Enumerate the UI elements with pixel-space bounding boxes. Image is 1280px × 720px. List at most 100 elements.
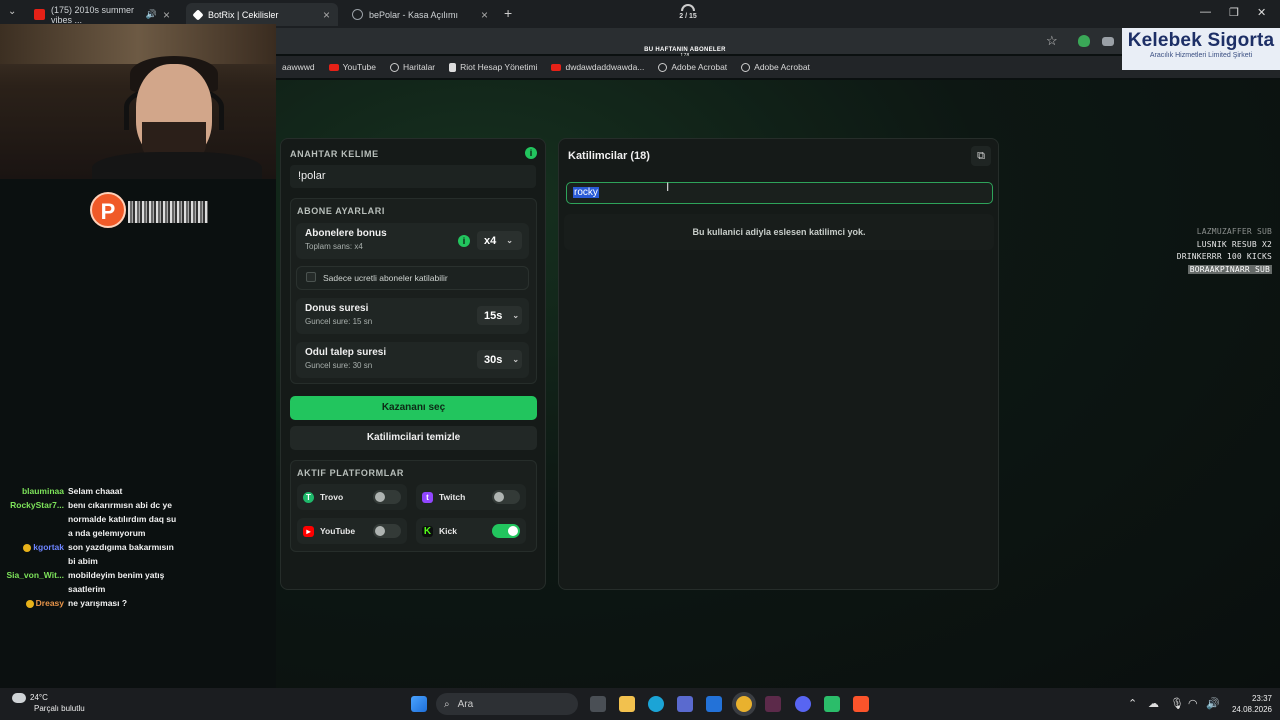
chrome-icon[interactable]: [736, 696, 752, 712]
app-icon[interactable]: [765, 696, 781, 712]
store-icon[interactable]: [677, 696, 693, 712]
windows-start-icon[interactable]: [411, 696, 427, 712]
censored-overlay: [128, 201, 208, 223]
bookmark-label: Adobe Acrobat: [754, 62, 810, 72]
info-icon[interactable]: i: [525, 147, 537, 159]
claim-time-select[interactable]: 30s ⌄: [477, 350, 522, 369]
chat-text: mobildeyim benim yatış saatlerim: [68, 570, 165, 594]
chat-username: Dreasy: [35, 598, 64, 608]
platform-youtube: ▸ YouTube: [297, 518, 407, 544]
tab-youtube[interactable]: (175) 2010s summer vibes ... 🔊 ×: [26, 3, 178, 26]
minimize-button[interactable]: —: [1200, 6, 1211, 18]
file-explorer-icon[interactable]: [619, 696, 635, 712]
volume-icon[interactable]: 🔊: [1206, 697, 1220, 710]
participant-search-input[interactable]: rocky: [566, 182, 993, 204]
text-cursor-icon: I: [666, 180, 670, 194]
tab-label: bePolar - Kasa Açılımı: [369, 9, 459, 20]
badge-icon: [23, 543, 32, 552]
speaker-icon: 🔊: [145, 9, 157, 19]
microphone-icon[interactable]: 🎙: [1170, 697, 1184, 710]
tray-chevron-icon[interactable]: ⌃: [1128, 697, 1137, 710]
bookmark-label: Haritalar: [403, 62, 436, 72]
pick-winner-button[interactable]: Kazananı seç: [290, 396, 537, 420]
trovo-toggle[interactable]: [373, 490, 401, 504]
bookmark-item[interactable]: dwdawdaddwawda...: [551, 62, 644, 72]
edge-icon[interactable]: [648, 696, 664, 712]
platform-label: Twitch: [439, 492, 466, 502]
platform-kick: K Kick: [416, 518, 526, 544]
wifi-icon[interactable]: ◠: [1188, 697, 1198, 710]
bookmark-item[interactable]: YouTube: [328, 62, 377, 72]
paid-only-checkbox[interactable]: [306, 272, 316, 282]
bookmark-item[interactable]: aawwwd: [282, 62, 315, 72]
search-placeholder: Ara: [457, 698, 474, 710]
new-tab-button[interactable]: +: [504, 5, 512, 21]
extension-icon[interactable]: [1102, 37, 1114, 46]
platform-trovo: T Trovo: [297, 484, 407, 510]
botrix-icon: [192, 8, 204, 21]
close-tab-icon[interactable]: ×: [163, 8, 170, 22]
chevron-down-icon: ⌄: [512, 311, 520, 320]
bookmark-item[interactable]: Riot Hesap Yönetimi: [449, 62, 537, 72]
youtube-toggle[interactable]: [373, 524, 401, 538]
event-item: LUSNIK RESUB X2: [1196, 239, 1272, 249]
subscriber-settings-title: ABONE AYARLARI: [297, 206, 385, 216]
sponsor-name: Kelebek Sigorta: [1127, 30, 1275, 51]
keyword-input[interactable]: !polar: [290, 165, 536, 188]
event-item: BORAAKPINARR SUB: [1187, 264, 1272, 274]
maximize-button[interactable]: ❐: [1229, 6, 1239, 19]
globe-icon: [352, 9, 363, 20]
tab-bepolar[interactable]: bePolar - Kasa Açılımı ×: [344, 3, 496, 26]
brave-icon[interactable]: [853, 696, 869, 712]
bookmark-item[interactable]: Haritalar: [390, 62, 435, 72]
youtube-icon: [34, 9, 45, 20]
bonus-time-select[interactable]: 15s ⌄: [477, 306, 522, 325]
discord-icon[interactable]: [795, 696, 811, 712]
chat-text: Selam chaaat: [68, 486, 123, 496]
bookmark-item[interactable]: Adobe Acrobat: [741, 62, 810, 72]
system-clock[interactable]: 23:37 24.08.2026: [1228, 693, 1272, 715]
bonus-multiplier-select[interactable]: x4 ⌄: [477, 231, 522, 250]
network-icon[interactable]: ☁: [1148, 697, 1159, 710]
tab-list-chevron-icon[interactable]: ⌄: [8, 6, 16, 17]
kick-toggle[interactable]: [492, 524, 520, 538]
app-icon[interactable]: [824, 696, 840, 712]
claim-time-subtitle: Guncel sure: 30 sn: [305, 361, 373, 370]
task-view-icon[interactable]: [590, 696, 606, 712]
bookmark-item[interactable]: Adobe Acrobat: [658, 62, 727, 72]
bookmark-label: YouTube: [342, 62, 377, 72]
tab-botrix[interactable]: BotRix | Cekilisler ×: [186, 3, 338, 26]
chat-username: RockyStar7...: [10, 500, 64, 510]
empty-state-message: Bu kullanici adiyla eslesen katilimci yo…: [564, 214, 994, 250]
chat-username: kgortak: [33, 542, 64, 552]
copy-icon[interactable]: ⧉: [971, 146, 991, 166]
event-item: LAZMUZAFFER SUB: [1196, 227, 1272, 236]
close-tab-icon[interactable]: ×: [323, 8, 330, 22]
polar-logo-icon: P: [90, 192, 126, 228]
trovo-icon: T: [303, 491, 314, 503]
youtube-icon: [328, 63, 339, 71]
bookmark-star-icon[interactable]: ☆: [1046, 33, 1058, 49]
close-tab-icon[interactable]: ×: [481, 8, 488, 22]
info-icon[interactable]: i: [458, 235, 470, 247]
taskbar-search[interactable]: ⌕ Ara: [436, 693, 578, 715]
platform-label: Trovo: [320, 492, 344, 502]
kick-icon: K: [422, 525, 433, 537]
twitch-toggle[interactable]: [492, 490, 520, 504]
clear-participants-button[interactable]: Katilimcilari temizle: [290, 426, 537, 450]
mail-icon[interactable]: [706, 696, 722, 712]
chevron-down-icon: ⌄: [506, 236, 513, 245]
chat-username: Sia_von_Wit...: [6, 570, 64, 580]
chat-text: benı cıkarırmısn abi dc ye normalde katı…: [68, 500, 177, 538]
search-value: rocky: [573, 187, 599, 198]
globe-icon: [390, 62, 400, 72]
weather-widget[interactable]: 24°C Parçalı bulutlu: [12, 692, 85, 714]
bonus-time-value: 15s: [484, 309, 503, 322]
shield-extension-icon[interactable]: [1078, 35, 1090, 47]
bookmark-label: dwdawdaddwawda...: [565, 62, 645, 72]
shelf-background: [0, 24, 276, 64]
platform-label: YouTube: [320, 526, 356, 536]
close-window-button[interactable]: ✕: [1257, 6, 1266, 19]
chevron-down-icon: ⌄: [512, 355, 520, 364]
chat-message: RockyStar7... benı cıkarırmısn abi dc ye…: [4, 498, 276, 540]
